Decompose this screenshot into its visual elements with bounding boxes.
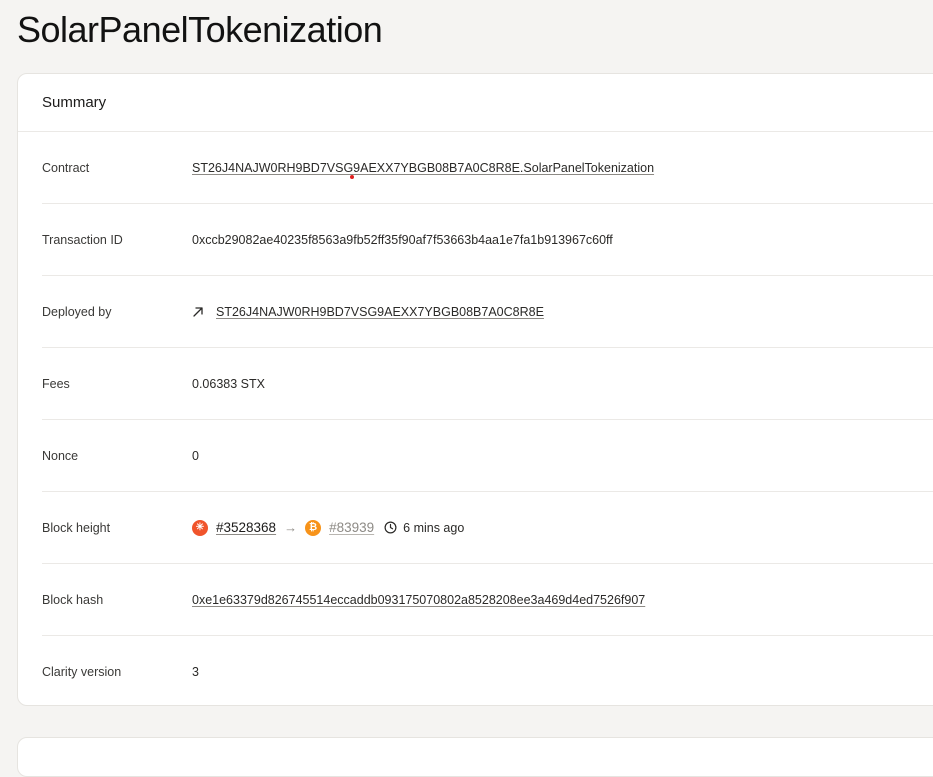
arrow-right-icon: → <box>284 520 298 535</box>
nonce-label: Nonce <box>42 448 79 463</box>
summary-title: Summary <box>42 94 107 111</box>
block-height-label: Block height <box>42 520 111 535</box>
transaction-id-label: Transaction ID <box>42 232 123 247</box>
contract-link[interactable]: ST26J4NAJW0RH9BD7VSG9AEXX7YBGB08B7A0C8R8… <box>192 161 654 175</box>
contract-value-wrap: ST26J4NAJW0RH9BD7VSG9AEXX7YBGB08B7A0C8R8… <box>192 161 654 179</box>
row-contract: Contract ST26J4NAJW0RH9BD7VSG9AEXX7YBGB0… <box>42 132 933 204</box>
clarity-version-value: 3 <box>192 665 199 679</box>
bitcoin-icon: ₿ <box>305 519 322 536</box>
arrow-up-right-icon <box>193 306 203 317</box>
next-card <box>17 737 933 777</box>
row-nonce: Nonce 0 <box>42 420 933 492</box>
clarity-version-label: Clarity version <box>42 665 122 679</box>
block-hash-link[interactable]: 0xe1e63379d826745514eccaddb093175070802a… <box>192 593 645 607</box>
block-time: 6 mins ago <box>403 520 465 535</box>
bitcoin-block-link[interactable]: #83939 <box>329 520 374 535</box>
nonce-value: 0 <box>192 448 199 463</box>
row-transaction-id: Transaction ID 0xccb29082ae40235f8563a9f… <box>42 204 933 276</box>
row-block-height: Block height ✳ #3528368 → ₿ #83939 6 min… <box>42 492 933 564</box>
summary-card: Summary Contract ST26J4NAJW0RH9BD7VSG9AE… <box>17 73 933 706</box>
transaction-id-value: 0xccb29082ae40235f8563a9fb52ff35f90af7f5… <box>192 232 613 247</box>
row-deployed-by: Deployed by ST26J4NAJW0RH9BD7VSG9AEXX7YB… <box>42 276 933 348</box>
fees-label: Fees <box>42 376 70 391</box>
block-hash-value-wrap: 0xe1e63379d826745514eccaddb093175070802a… <box>192 593 645 607</box>
stacks-icon: ✳ <box>192 519 208 536</box>
row-block-hash: Block hash 0xe1e63379d826745514eccaddb09… <box>42 564 933 636</box>
block-hash-label: Block hash <box>42 592 104 607</box>
row-fees: Fees 0.06383 STX <box>42 348 933 420</box>
page-title: SolarPanelTokenization <box>17 9 383 50</box>
summary-rows: Contract ST26J4NAJW0RH9BD7VSG9AEXX7YBGB0… <box>18 132 933 708</box>
contract-label: Contract <box>42 160 90 175</box>
cursor-dot <box>350 174 354 179</box>
block-height-value: ✳ #3528368 → ₿ #83939 6 mins ago <box>192 519 465 536</box>
deployed-by-label: Deployed by <box>42 304 112 319</box>
deployed-by-value: ST26J4NAJW0RH9BD7VSG9AEXX7YBGB08B7A0C8R8… <box>192 305 544 319</box>
fees-value: 0.06383 STX <box>192 376 265 391</box>
stacks-block-link[interactable]: #3528368 <box>216 520 276 535</box>
deployer-address-link[interactable]: ST26J4NAJW0RH9BD7VSG9AEXX7YBGB08B7A0C8R8… <box>216 305 544 319</box>
clock-icon <box>384 521 397 534</box>
summary-header: Summary <box>18 74 933 132</box>
row-clarity-version: Clarity version 3 <box>42 636 933 708</box>
